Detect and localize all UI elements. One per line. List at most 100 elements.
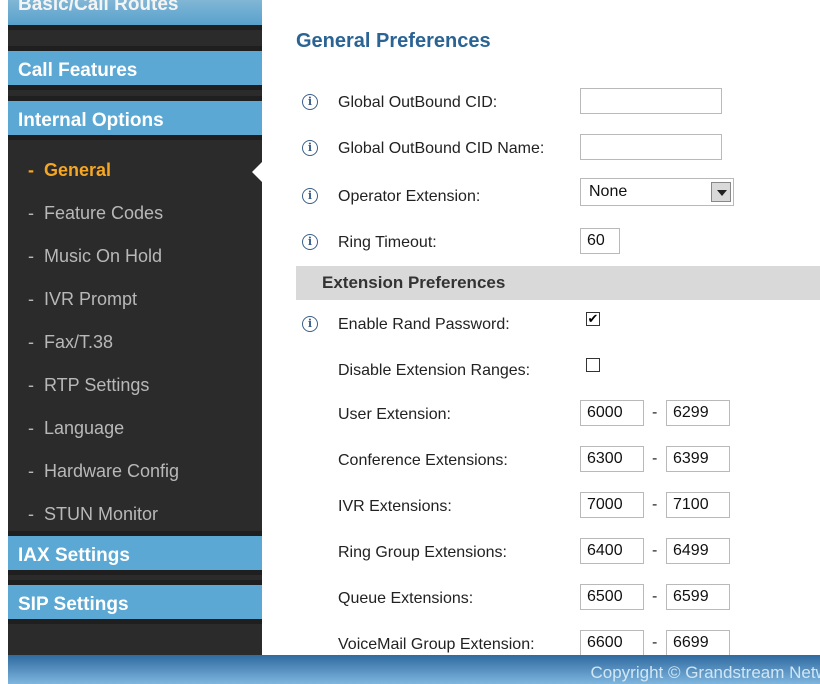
field-ring-timeout: i Ring Timeout: 60 — [302, 228, 812, 258]
field-label: Global OutBound CID Name: — [338, 140, 545, 157]
sidebar-header-label: IAX Settings — [18, 545, 130, 566]
dash: - — [28, 203, 34, 223]
field-label: VoiceMail Group Extension: — [338, 636, 535, 653]
field-global-outbound-cid: i Global OutBound CID: — [302, 88, 812, 118]
enable-rand-password-checkbox[interactable]: ✔ — [586, 312, 600, 326]
sidebar-item-label: STUN Monitor — [44, 504, 159, 524]
sidebar-header-call-features[interactable]: Call Features — [8, 46, 262, 90]
sidebar-item-general[interactable]: - General — [8, 150, 262, 190]
ring-timeout-input[interactable]: 60 — [580, 228, 620, 254]
global-outbound-cid-name-input[interactable] — [580, 134, 722, 160]
sidebar-item-label: Hardware Config — [44, 461, 180, 481]
range-separator: - — [652, 588, 658, 605]
dash: - — [28, 332, 34, 352]
range-end-input[interactable]: 6499 — [666, 538, 730, 564]
range-separator: - — [652, 634, 658, 651]
sidebar-item-hardware-config[interactable]: - Hardware Config — [8, 451, 262, 491]
page-title: General Preferences — [296, 30, 491, 52]
sidebar-item-feature-codes[interactable]: - Feature Codes — [8, 193, 262, 233]
main-panel: General Preferences i Global OutBound CI… — [262, 0, 820, 655]
footer-left — [8, 655, 262, 684]
range-end-input[interactable]: 6299 — [666, 400, 730, 426]
range-separator: - — [652, 542, 658, 559]
app-frame: Basic/Call Routes Call Features Internal… — [8, 0, 820, 684]
range-start-input[interactable]: 7000 — [580, 492, 644, 518]
sidebar-item-ivr-prompt[interactable]: - IVR Prompt — [8, 279, 262, 319]
dash: - — [28, 246, 34, 266]
section-header-extension-preferences: Extension Preferences — [296, 266, 820, 300]
field-label: Ring Timeout: — [338, 234, 437, 251]
active-pointer-icon — [252, 162, 262, 182]
sidebar-item-label: Language — [44, 418, 125, 438]
dash: - — [28, 289, 34, 309]
range-separator: - — [652, 450, 658, 467]
dash: - — [28, 375, 34, 395]
global-outbound-cid-input[interactable] — [580, 88, 722, 114]
sidebar-item-music-on-hold[interactable]: - Music On Hold — [8, 236, 262, 276]
range-separator: - — [652, 404, 658, 421]
field-label: Conference Extensions: — [338, 452, 508, 469]
field-label: Enable Rand Password: — [338, 316, 510, 333]
sidebar-item-fax-t38[interactable]: - Fax/T.38 — [8, 322, 262, 362]
sidebar-header-label: Internal Options — [18, 110, 164, 131]
sidebar-header-basic-call-routes[interactable]: Basic/Call Routes — [8, 0, 262, 30]
dash: - — [28, 504, 34, 524]
sidebar: Basic/Call Routes Call Features Internal… — [8, 0, 262, 655]
sidebar-item-label: Feature Codes — [44, 203, 164, 223]
sidebar-header-sip-settings[interactable]: SIP Settings — [8, 580, 262, 624]
dash: - — [28, 418, 34, 438]
field-label: User Extension: — [338, 406, 451, 423]
disable-extension-ranges-checkbox[interactable] — [586, 358, 600, 372]
field-voicemail-group-extension: VoiceMail Group Extension: 6600 - 6699 — [302, 630, 812, 655]
range-start-input[interactable]: 6600 — [580, 630, 644, 655]
sidebar-item-rtp-settings[interactable]: - RTP Settings — [8, 365, 262, 405]
range-start-input[interactable]: 6300 — [580, 446, 644, 472]
range-end-input[interactable]: 7100 — [666, 492, 730, 518]
range-end-input[interactable]: 6599 — [666, 584, 730, 610]
field-label: Queue Extensions: — [338, 590, 474, 607]
info-icon[interactable]: i — [302, 188, 318, 204]
field-ring-group-extensions: Ring Group Extensions: 6400 - 6499 — [302, 538, 812, 568]
select-value: None — [589, 183, 628, 200]
sidebar-header-label: Call Features — [18, 60, 138, 81]
field-queue-extensions: Queue Extensions: 6500 - 6599 — [302, 584, 812, 614]
range-start-input[interactable]: 6000 — [580, 400, 644, 426]
info-icon[interactable]: i — [302, 316, 318, 332]
field-global-outbound-cid-name: i Global OutBound CID Name: — [302, 134, 812, 164]
field-enable-rand-password: i Enable Rand Password: ✔ — [302, 310, 812, 340]
info-icon[interactable]: i — [302, 234, 318, 250]
footer: Copyright © Grandstream Networks — [262, 655, 820, 684]
field-label: Disable Extension Ranges: — [338, 362, 531, 379]
field-user-extension: User Extension: 6000 - 6299 — [302, 400, 812, 430]
field-operator-extension: i Operator Extension: None — [302, 178, 812, 212]
sidebar-item-label: Music On Hold — [44, 246, 163, 266]
info-icon[interactable]: i — [302, 94, 318, 110]
range-end-input[interactable]: 6699 — [666, 630, 730, 655]
field-ivr-extensions: IVR Extensions: 7000 - 7100 — [302, 492, 812, 522]
sidebar-item-label: Fax/T.38 — [44, 332, 114, 352]
range-start-input[interactable]: 6400 — [580, 538, 644, 564]
field-label: Operator Extension: — [338, 188, 481, 205]
range-separator: - — [652, 496, 658, 513]
sidebar-header-iax-settings[interactable]: IAX Settings — [8, 531, 262, 575]
sidebar-header-internal-options[interactable]: Internal Options — [8, 96, 262, 140]
sidebar-item-label: RTP Settings — [44, 375, 150, 395]
range-start-input[interactable]: 6500 — [580, 584, 644, 610]
copyright-text: Copyright © Grandstream Networks — [590, 663, 820, 682]
info-icon[interactable]: i — [302, 140, 318, 156]
dash: - — [28, 461, 34, 481]
section-title: Extension Preferences — [322, 273, 506, 292]
sidebar-item-stun-monitor[interactable]: - STUN Monitor — [8, 494, 262, 534]
field-label: Global OutBound CID: — [338, 94, 498, 111]
sidebar-header-label: SIP Settings — [18, 594, 129, 615]
sidebar-item-label: General — [44, 160, 112, 180]
range-end-input[interactable]: 6399 — [666, 446, 730, 472]
field-label: IVR Extensions: — [338, 498, 452, 515]
sidebar-item-language[interactable]: - Language — [8, 408, 262, 448]
field-conference-extensions: Conference Extensions: 6300 - 6399 — [302, 446, 812, 476]
sidebar-header-label: Basic/Call Routes — [18, 0, 179, 15]
field-disable-extension-ranges: Disable Extension Ranges: — [302, 356, 812, 386]
field-label: Ring Group Extensions: — [338, 544, 507, 561]
operator-extension-select[interactable]: None — [580, 178, 734, 206]
chevron-down-icon[interactable] — [711, 182, 731, 202]
